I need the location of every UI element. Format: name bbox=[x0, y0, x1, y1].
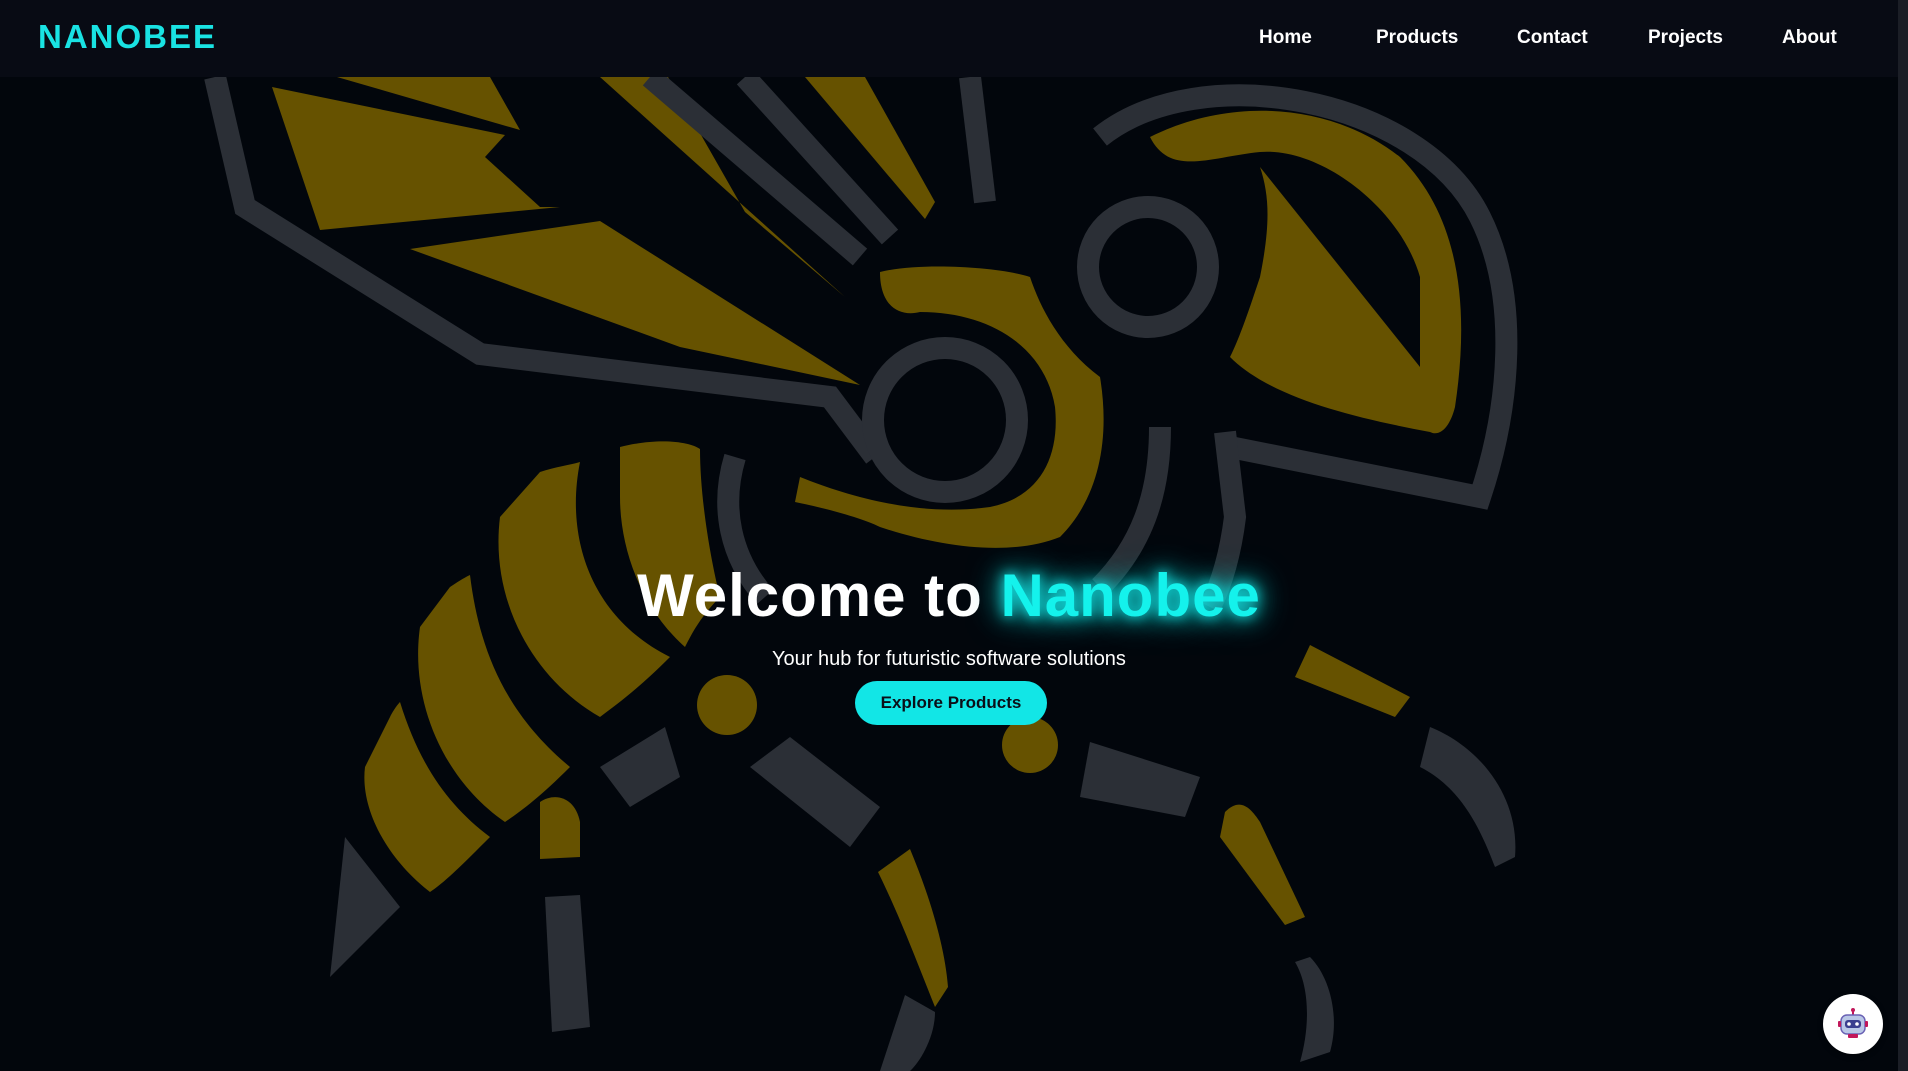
hero-title-prefix: Welcome to bbox=[637, 562, 1001, 629]
robot-icon bbox=[1838, 1008, 1868, 1038]
nav-home-link[interactable]: Home bbox=[1259, 27, 1312, 49]
scrollbar[interactable] bbox=[1898, 0, 1908, 1071]
nav-about-link[interactable]: About bbox=[1782, 27, 1837, 49]
nav-contact-link[interactable]: Contact bbox=[1517, 27, 1588, 49]
explore-products-button[interactable]: Explore Products bbox=[855, 681, 1047, 725]
nav-projects-link[interactable]: Projects bbox=[1648, 27, 1723, 49]
nav-products-link[interactable]: Products bbox=[1376, 27, 1458, 49]
hero-title-accent: Nanobee bbox=[1000, 562, 1261, 629]
brand-logo[interactable]: NANOBEE bbox=[38, 18, 217, 56]
navbar: NANOBEE Home Products Contact Projects A… bbox=[0, 0, 1898, 77]
hero-subtitle: Your hub for futuristic software solutio… bbox=[772, 648, 1126, 670]
chat-bot-button[interactable] bbox=[1823, 994, 1883, 1054]
hero-title: Welcome to Nanobee bbox=[0, 561, 1898, 630]
hero-section: Welcome to Nanobee Your hub for futurist… bbox=[0, 77, 1898, 1071]
